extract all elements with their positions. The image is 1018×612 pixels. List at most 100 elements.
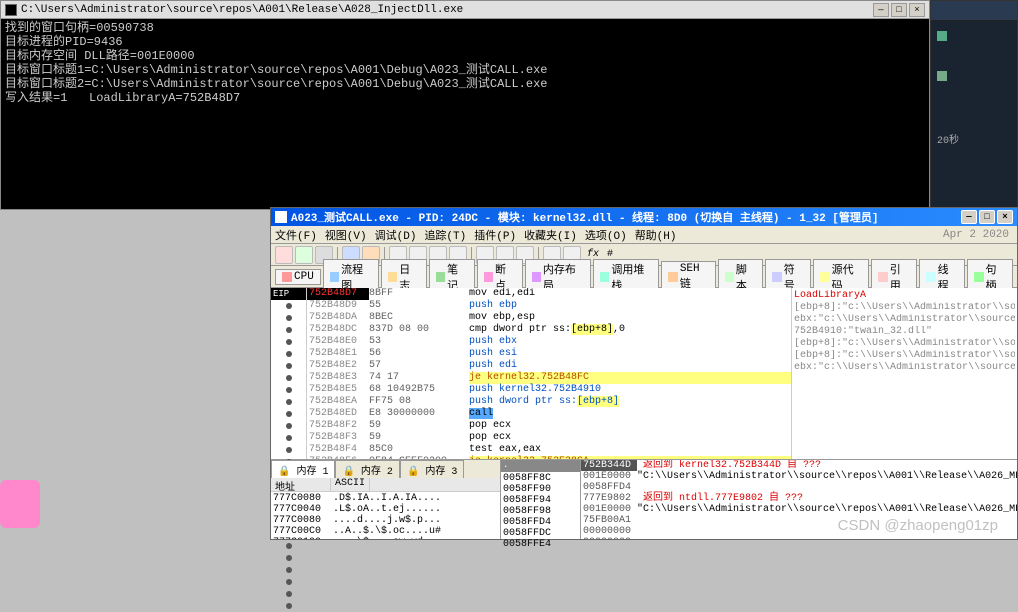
tab-CPU[interactable]: CPU — [275, 269, 321, 285]
breakpoint-dot[interactable] — [286, 543, 292, 549]
disasm-row[interactable]: 752B48D78BFFmov edi,edi — [307, 288, 791, 300]
breakpoint-dot[interactable] — [286, 555, 292, 561]
close-button[interactable]: × — [997, 210, 1013, 224]
breakpoint-dot[interactable] — [286, 591, 292, 597]
eip-label: EIP EDX — [271, 288, 306, 300]
disasm-row[interactable]: 752B48D955push ebp — [307, 300, 791, 312]
breakpoint-dot[interactable] — [286, 411, 292, 417]
console-titlebar[interactable]: C:\Users\Administrator\source\repos\A001… — [1, 1, 929, 19]
address-column: . 0058FF8C 0058FF90 0058FF94 0058FF98 00… — [501, 460, 581, 539]
info-line: [ebp+8]:"c:\\Users\\Administrator\\sourc… — [794, 350, 1015, 362]
info-line: LoadLibraryA — [794, 290, 1015, 302]
debugger-titlebar[interactable]: A023_测试CALL.exe - PID: 24DC - 模块: kernel… — [271, 208, 1017, 226]
disasm-row[interactable]: 752B48F485C0test eax,eax — [307, 444, 791, 456]
menu-item[interactable]: 视图(V) — [325, 227, 367, 243]
menu-item[interactable]: 选项(O) — [585, 227, 627, 243]
disassembly[interactable]: 752B48D78BFFmov edi,edi752B48D955push eb… — [307, 288, 791, 459]
square-icon — [937, 31, 947, 41]
breakpoint-dot[interactable] — [286, 447, 292, 453]
disasm-row[interactable]: 752B48EDE8 30000000call — [307, 408, 791, 420]
tab-icon — [282, 272, 292, 282]
breakpoint-dot[interactable] — [286, 351, 292, 357]
restart-button[interactable] — [295, 246, 313, 264]
taskbar-item[interactable] — [0, 480, 40, 528]
addr-header: . — [501, 460, 580, 472]
disasm-row[interactable]: 752B48F60F84 CEEF0200je kernel32.752E38C… — [307, 456, 791, 459]
memory-tab[interactable]: 🔒 内存 1 — [271, 460, 335, 478]
breakpoint-dot[interactable] — [286, 399, 292, 405]
menu-item[interactable]: 文件(F) — [275, 227, 317, 243]
square-icon — [937, 71, 947, 81]
breakpoint-dot[interactable] — [286, 579, 292, 585]
maximize-button[interactable]: □ — [979, 210, 995, 224]
disasm-row[interactable]: 752B48E374 17je kernel32.752B48FC — [307, 372, 791, 384]
info-line: ebx:"c:\\Users\\Administrator\\source\\r… — [794, 362, 1015, 374]
stack-row[interactable]: 75FB00A1 — [581, 515, 1017, 526]
breakpoint-dot[interactable] — [286, 435, 292, 441]
disasm-row[interactable]: 752B48DC837D 08 00cmp dword ptr ss:[ebp+… — [307, 324, 791, 336]
exe-icon — [5, 4, 17, 16]
disasm-row[interactable]: 752B48E053push ebx — [307, 336, 791, 348]
stack-row[interactable]: 00000000 — [581, 526, 1017, 537]
disasm-row[interactable]: 752B48F359pop ecx — [307, 432, 791, 444]
disasm-row[interactable]: 752B48E568 10492B75push kernel32.752B491… — [307, 384, 791, 396]
app-icon — [275, 211, 287, 223]
bottom-panel: 🔒 内存 1🔒 内存 2🔒 内存 3 地址 ASCII 777C0080 .D$… — [271, 459, 1017, 539]
menu-item[interactable]: 追踪(T) — [424, 227, 466, 243]
breakpoint-dot[interactable] — [286, 387, 292, 393]
tab-icon — [330, 272, 339, 282]
side-panel-header — [931, 1, 1017, 21]
disasm-row[interactable]: 752B48E257push edi — [307, 360, 791, 372]
breakpoint-dot[interactable] — [286, 423, 292, 429]
disasm-row[interactable]: 752B48F259pop ecx — [307, 420, 791, 432]
stack-panel[interactable]: 752B344D 返回到 kernel32.752B344D 自 ???001E… — [581, 460, 1017, 539]
tab-icon — [388, 272, 397, 282]
open-button[interactable] — [275, 246, 293, 264]
stack-row[interactable]: 00000000 — [581, 537, 1017, 539]
menu-item[interactable]: 帮助(H) — [635, 227, 677, 243]
breakpoint-dot[interactable] — [286, 603, 292, 609]
breakpoint-dot[interactable] — [286, 327, 292, 333]
close-button[interactable]: × — [909, 3, 925, 17]
mem-header-addr: 地址 — [271, 478, 331, 491]
debugger-title: A023_测试CALL.exe - PID: 24DC - 模块: kernel… — [291, 209, 878, 225]
stack-row[interactable]: 001E0000 "C:\\Users\\Administrator\\sour… — [581, 471, 1017, 482]
breakpoint-dot[interactable] — [286, 315, 292, 321]
breakpoint-dot[interactable] — [286, 567, 292, 573]
disasm-row[interactable]: 752B48DA8BECmov ebp,esp — [307, 312, 791, 324]
memory-tab[interactable]: 🔒 内存 3 — [400, 460, 464, 478]
tab-icon — [600, 272, 609, 282]
menu-item[interactable]: 收藏夹(I) — [524, 227, 577, 243]
tab-icon — [484, 272, 493, 282]
menu-item[interactable]: 插件(P) — [474, 227, 516, 243]
stack-row[interactable]: 001E0000 "C:\\Users\\Administrator\\sour… — [581, 504, 1017, 515]
memory-tab[interactable]: 🔒 内存 2 — [335, 460, 399, 478]
maximize-button[interactable]: □ — [891, 3, 907, 17]
tab-icon — [820, 272, 829, 282]
console-output: 找到的窗口句柄=00590738 目标进程的PID=9436 目标内存空间 DL… — [1, 19, 929, 209]
minimize-button[interactable]: — — [961, 210, 977, 224]
mem-header-ascii: ASCII — [331, 478, 370, 491]
menu-item: Apr 2 2020 — [943, 229, 1009, 241]
stack-row[interactable]: 777E9802 返回到 ntdll.777E9802 自 ??? — [581, 493, 1017, 504]
disasm-row[interactable]: 752B48EAFF75 08push dword ptr ss:[ebp+8] — [307, 396, 791, 408]
console-title: C:\Users\Administrator\source\repos\A001… — [21, 4, 463, 16]
tab-icon — [878, 272, 887, 282]
main-panel: EIP EDX 752B48D78BFFmov edi,edi752B48D95… — [271, 288, 1017, 459]
minimize-button[interactable]: — — [873, 3, 889, 17]
breakpoint-dot[interactable] — [286, 303, 292, 309]
info-line: 752B4910:"twain_32.dll" — [794, 326, 1015, 338]
side-panel: 20秒 — [930, 0, 1018, 210]
memory-dump[interactable]: 777C0080 .D$.IA..I.A.IA.... 777C0040 .L$… — [271, 492, 500, 539]
breakpoint-dot[interactable] — [286, 339, 292, 345]
disasm-row[interactable]: 752B48E156push esi — [307, 348, 791, 360]
tab-icon — [725, 272, 734, 282]
breakpoint-dot[interactable] — [286, 375, 292, 381]
stack-row[interactable]: 752B344D 返回到 kernel32.752B344D 自 ??? — [581, 460, 1017, 471]
memory-panel: 🔒 内存 1🔒 内存 2🔒 内存 3 地址 ASCII 777C0080 .D$… — [271, 460, 501, 539]
tab-icon — [772, 272, 781, 282]
menu-item[interactable]: 调试(D) — [375, 227, 417, 243]
tab-icon — [436, 272, 445, 282]
stack-row[interactable]: 0058FFD4 — [581, 482, 1017, 493]
breakpoint-dot[interactable] — [286, 363, 292, 369]
